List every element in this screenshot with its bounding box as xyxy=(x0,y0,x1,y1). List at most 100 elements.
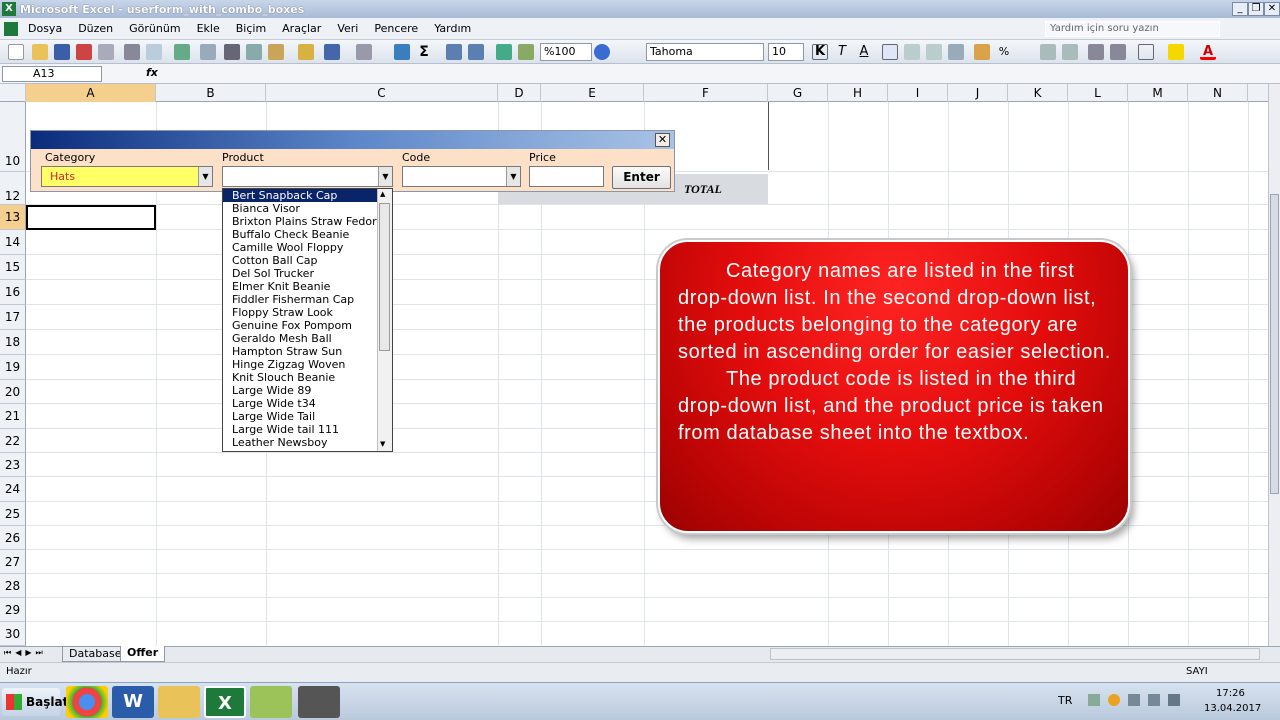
list-item[interactable]: Large Wide t34 xyxy=(232,397,316,410)
col-i[interactable]: I xyxy=(888,84,948,102)
restore-button[interactable]: ❐ xyxy=(1248,2,1264,16)
col-d[interactable]: D xyxy=(498,84,541,102)
chevron-down-icon[interactable]: ▼ xyxy=(198,167,212,186)
autosum-icon[interactable]: Σ xyxy=(416,44,432,60)
product-combo[interactable] xyxy=(222,166,393,187)
row-17[interactable]: 17 xyxy=(0,305,26,330)
merge-center-icon[interactable] xyxy=(948,44,964,60)
row-10[interactable]: 10 xyxy=(0,102,26,172)
col-a[interactable]: A xyxy=(26,84,156,102)
menu-araclar[interactable]: Araçlar xyxy=(280,22,323,35)
chevron-down-icon[interactable]: ▼ xyxy=(378,167,392,186)
list-item[interactable]: Del Sol Trucker xyxy=(232,267,314,280)
close-button[interactable]: ✕ xyxy=(1264,2,1280,16)
paste-icon[interactable] xyxy=(268,44,284,60)
decrease-decimal-icon[interactable] xyxy=(1062,44,1078,60)
list-item[interactable]: Leather Newsboy xyxy=(232,436,327,449)
increase-indent-icon[interactable] xyxy=(1110,44,1126,60)
format-painter-icon[interactable] xyxy=(298,44,314,60)
chrome-icon[interactable] xyxy=(66,686,108,718)
row-30[interactable]: 30 xyxy=(0,622,26,646)
list-item[interactable]: Buffalo Check Beanie xyxy=(232,228,349,241)
new-icon[interactable] xyxy=(8,44,24,60)
list-item[interactable]: Large Wide 89 xyxy=(232,384,311,397)
menu-pencere[interactable]: Pencere xyxy=(372,22,420,35)
font-color-icon[interactable]: A xyxy=(1200,44,1216,60)
permission-icon[interactable] xyxy=(76,44,92,60)
list-item[interactable]: Hampton Straw Sun xyxy=(232,345,342,358)
list-item[interactable]: Knit Slouch Beanie xyxy=(232,371,335,384)
recorder-icon[interactable] xyxy=(298,686,340,718)
row-22[interactable]: 22 xyxy=(0,429,26,453)
row-20[interactable]: 20 xyxy=(0,380,26,404)
drawing-icon[interactable] xyxy=(518,44,534,60)
col-e[interactable]: E xyxy=(541,84,644,102)
row-18[interactable]: 18 xyxy=(0,330,26,355)
vertical-scrollbar[interactable] xyxy=(1268,84,1280,646)
scroll-up-icon[interactable]: ▲ xyxy=(380,190,385,198)
folder-icon[interactable] xyxy=(158,686,200,718)
list-item[interactable]: Geraldo Mesh Ball xyxy=(232,332,332,345)
list-item[interactable]: Fiddler Fisherman Cap xyxy=(232,293,354,306)
tab-database[interactable]: Database xyxy=(62,646,129,662)
list-item[interactable]: Elmer Knit Beanie xyxy=(232,280,330,293)
app-icon[interactable] xyxy=(250,686,292,718)
open-icon[interactable] xyxy=(32,44,48,60)
row-16[interactable]: 16 xyxy=(0,280,26,305)
cut-icon[interactable] xyxy=(224,44,240,60)
chevron-down-icon[interactable]: ▼ xyxy=(506,167,520,186)
dropdown-scroll-thumb[interactable] xyxy=(379,203,390,351)
col-l[interactable]: L xyxy=(1068,84,1128,102)
active-cell[interactable] xyxy=(26,205,156,230)
help-search-input[interactable]: Yardım için soru yazın xyxy=(1045,21,1220,37)
fx-icon[interactable]: fx xyxy=(146,66,158,79)
row-29[interactable]: 29 xyxy=(0,598,26,622)
list-item[interactable]: Genuine Fox Pompom xyxy=(232,319,352,332)
speaker-icon[interactable] xyxy=(1088,694,1100,706)
align-center-icon[interactable] xyxy=(904,44,920,60)
save-icon[interactable] xyxy=(54,44,70,60)
menu-ekle[interactable]: Ekle xyxy=(195,22,222,35)
menu-gorunum[interactable]: Görünüm xyxy=(127,22,182,35)
menu-duzen[interactable]: Düzen xyxy=(76,22,115,35)
hyperlink-icon[interactable] xyxy=(394,44,410,60)
mail-icon[interactable] xyxy=(98,44,114,60)
menu-dosya[interactable]: Dosya xyxy=(26,22,64,35)
col-j[interactable]: J xyxy=(948,84,1008,102)
row-13[interactable]: 13 xyxy=(0,205,26,230)
horizontal-scrollbar[interactable] xyxy=(770,648,1260,660)
sort-desc-icon[interactable] xyxy=(468,44,484,60)
zoom-select[interactable]: %100 xyxy=(540,43,592,61)
menu-veri[interactable]: Veri xyxy=(335,22,360,35)
menu-yardim[interactable]: Yardım xyxy=(432,22,473,35)
tab-nav-icons[interactable]: ⏮◀▶⏭ xyxy=(4,648,47,658)
list-item[interactable]: Floppy Straw Look xyxy=(232,306,333,319)
row-25[interactable]: 25 xyxy=(0,502,26,526)
copy-icon[interactable] xyxy=(246,44,262,60)
minimize-button[interactable]: _ xyxy=(1232,2,1248,16)
row-14[interactable]: 14 xyxy=(0,230,26,255)
research-icon[interactable] xyxy=(200,44,216,60)
borders-icon[interactable] xyxy=(1138,44,1154,60)
col-m[interactable]: M xyxy=(1128,84,1188,102)
scroll-down-icon[interactable]: ▼ xyxy=(380,440,385,448)
menu-bicim[interactable]: Biçim xyxy=(234,22,268,35)
percent-icon[interactable]: % xyxy=(996,44,1012,60)
scroll-thumb[interactable] xyxy=(1270,194,1279,494)
italic-icon[interactable]: T xyxy=(834,44,850,60)
list-item[interactable]: Large Wide tail 111 xyxy=(232,423,339,436)
clock-time[interactable]: 17:26 xyxy=(1216,688,1245,699)
increase-decimal-icon[interactable] xyxy=(1040,44,1056,60)
fill-color-icon[interactable] xyxy=(1168,44,1184,60)
excel-taskbar-icon[interactable]: X xyxy=(204,686,246,718)
align-right-icon[interactable] xyxy=(926,44,942,60)
col-n[interactable]: N xyxy=(1188,84,1248,102)
tray-icons[interactable] xyxy=(1088,694,1188,708)
sort-asc-icon[interactable] xyxy=(446,44,462,60)
help-icon[interactable] xyxy=(594,44,610,60)
category-combo[interactable]: Hats xyxy=(41,166,213,187)
redo-icon[interactable] xyxy=(356,44,372,60)
select-all-corner[interactable] xyxy=(0,84,26,102)
enter-button[interactable]: Enter xyxy=(612,166,671,189)
device-icon[interactable] xyxy=(1128,694,1140,706)
